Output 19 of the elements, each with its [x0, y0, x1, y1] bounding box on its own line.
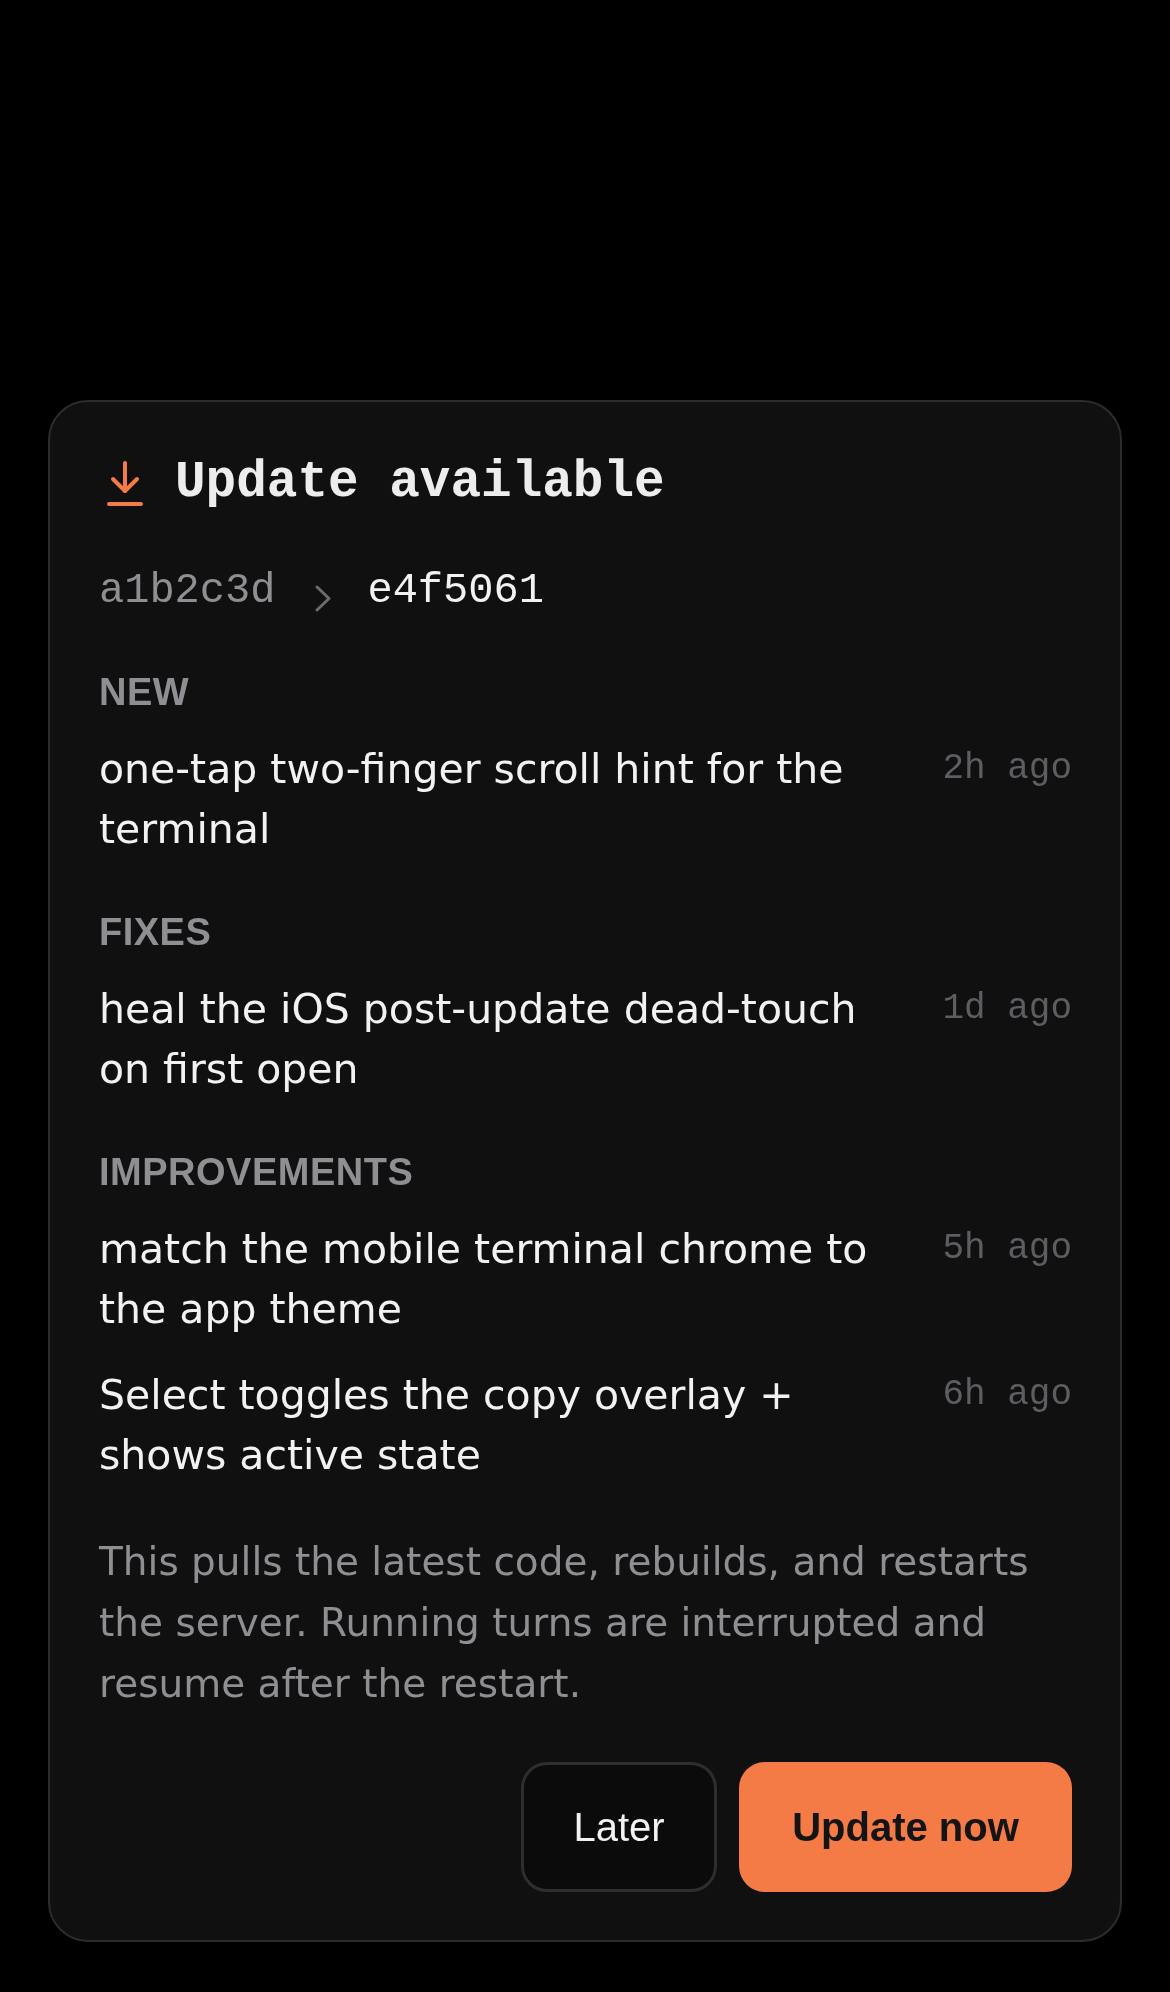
- commit-hash: a1b2c3d: [99, 566, 276, 616]
- changelog-entry: one-tap two-finger scroll hint for the terminal: [99, 744, 845, 855]
- description-text: This pulls the latest code, rebuilds, and restarts the server. Running turns are interrupted and resume after the restart.: [99, 1538, 1030, 1708]
- timestamp: 1d ago: [941, 987, 1072, 1031]
- timestamp: 5h ago: [941, 1227, 1072, 1271]
- update-now-button[interactable]: Update now: [739, 1762, 1072, 1892]
- changelog-entry: Select toggles the copy overlay + shows active state: [99, 1370, 795, 1481]
- download-icon: [107, 460, 143, 506]
- section-heading: FIXES: [99, 910, 213, 955]
- changelog-entry: heal the iOS post-update dead-touch on first open: [99, 984, 858, 1095]
- dialog-title: Update available: [175, 453, 665, 513]
- timestamp: 2h ago: [941, 747, 1072, 791]
- timestamp: 6h ago: [941, 1373, 1072, 1417]
- section-heading: IMPROVEMENTS: [99, 1150, 415, 1195]
- chevron-right-icon: [315, 584, 332, 612]
- changelog-entry: match the mobile terminal chrome to the app theme: [99, 1224, 869, 1335]
- section-heading: NEW: [99, 670, 191, 715]
- commit-hash: e4f5061: [367, 566, 544, 616]
- later-button[interactable]: Later: [521, 1762, 717, 1892]
